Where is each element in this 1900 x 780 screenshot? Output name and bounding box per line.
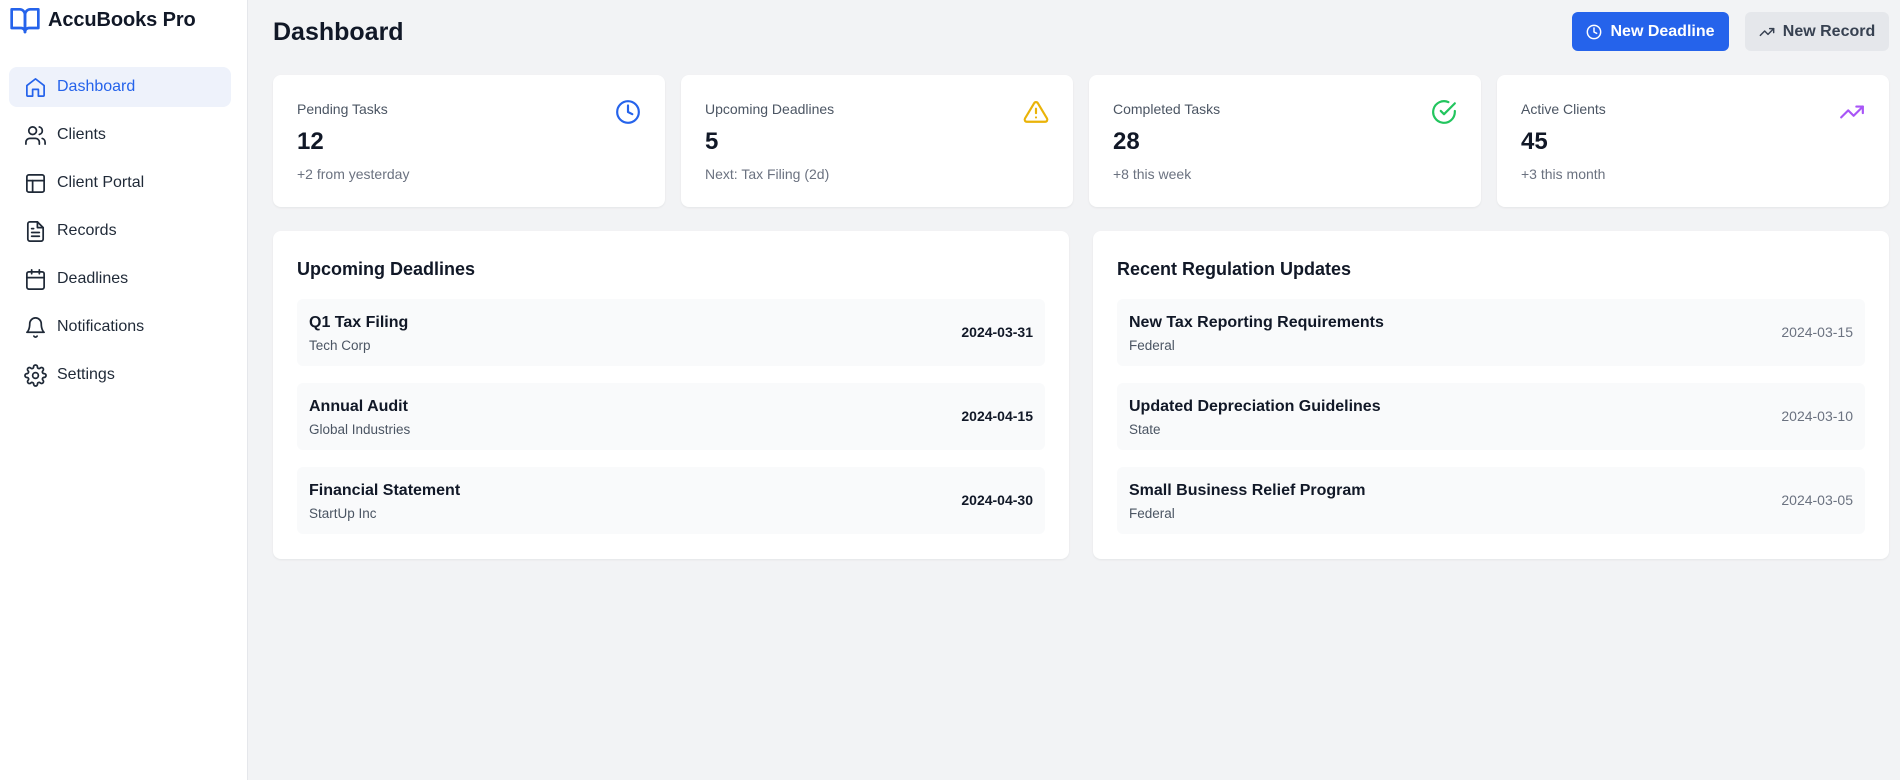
sidebar-item-label: Notifications: [57, 318, 145, 335]
deadline-client: Tech Corp: [309, 338, 371, 353]
clock-icon: [1587, 24, 1602, 39]
stat-value: 45: [1521, 128, 1548, 155]
regulation-title: Updated Depreciation Guidelines: [1129, 398, 1381, 415]
regulation-scope: Federal: [1129, 338, 1175, 353]
regulation-scope: State: [1129, 422, 1161, 437]
regulation-date: 2024-03-15: [1781, 324, 1853, 340]
new-deadline-label: New Deadline: [1610, 22, 1715, 40]
book-open-icon: [10, 7, 40, 34]
regulation-date: 2024-03-10: [1781, 408, 1853, 424]
sidebar-item-label: Settings: [57, 366, 115, 383]
sidebar-item-label: Client Portal: [57, 174, 145, 191]
stat-subtext: +2 from yesterday: [297, 166, 410, 182]
sidebar-nav: Dashboard Clients Client Portal Records …: [9, 67, 231, 403]
stat-label: Completed Tasks: [1113, 101, 1221, 117]
sidebar-item-label: Records: [57, 222, 117, 239]
deadline-title: Financial Statement: [309, 482, 461, 499]
regulation-updates-panel: Recent Regulation Updates New Tax Report…: [1093, 231, 1889, 559]
stat-card-completed-tasks: Completed Tasks 28 +8 this week: [1089, 75, 1481, 207]
stat-subtext: +8 this week: [1113, 166, 1192, 182]
file-text-icon: [26, 220, 45, 242]
stat-value: 12: [297, 128, 324, 155]
regulation-title: New Tax Reporting Requirements: [1129, 314, 1384, 331]
page-title: Dashboard: [273, 18, 404, 46]
users-icon: [25, 125, 46, 145]
layout-icon: [26, 173, 45, 193]
regulation-scope: Federal: [1129, 506, 1175, 521]
alert-triangle-icon: [1023, 101, 1049, 123]
stat-subtext: Next: Tax Filing (2d): [705, 166, 830, 182]
upcoming-deadlines-panel: Upcoming Deadlines Q1 Tax Filing Tech Co…: [273, 231, 1069, 559]
deadline-date: 2024-04-30: [961, 492, 1033, 508]
sidebar-item-dashboard[interactable]: Dashboard: [9, 67, 231, 107]
deadline-client: StartUp Inc: [309, 506, 377, 521]
deadline-title: Q1 Tax Filing: [309, 314, 409, 331]
trending-up-icon: [1840, 105, 1864, 119]
deadline-client: Global Industries: [309, 422, 411, 437]
sidebar-item-settings[interactable]: Settings: [9, 355, 231, 395]
main-content: Dashboard New Deadline New Record Pendin…: [249, 0, 1900, 780]
deadline-item[interactable]: Annual Audit Global Industries 2024-04-1…: [297, 383, 1045, 450]
regulation-item[interactable]: Small Business Relief Program Federal 20…: [1117, 467, 1865, 534]
trending-up-icon: [1759, 27, 1775, 36]
sidebar-item-client-portal[interactable]: Client Portal: [9, 163, 231, 203]
stat-card-upcoming-deadlines: Upcoming Deadlines 5 Next: Tax Filing (2…: [681, 75, 1073, 207]
deadline-item[interactable]: Q1 Tax Filing Tech Corp 2024-03-31: [297, 299, 1045, 366]
sidebar-item-deadlines[interactable]: Deadlines: [9, 259, 231, 299]
deadline-date: 2024-04-15: [961, 408, 1033, 424]
sidebar-item-records[interactable]: Records: [9, 211, 231, 251]
regulation-title: Small Business Relief Program: [1129, 482, 1366, 499]
stat-value: 28: [1113, 128, 1140, 155]
panel-title: Upcoming Deadlines: [297, 259, 476, 279]
new-deadline-button[interactable]: New Deadline: [1572, 12, 1729, 51]
deadline-date: 2024-03-31: [961, 324, 1033, 340]
brand[interactable]: AccuBooks Pro: [0, 0, 247, 40]
sidebar-item-label: Deadlines: [57, 270, 129, 287]
panel-title: Recent Regulation Updates: [1117, 259, 1352, 279]
regulation-item[interactable]: New Tax Reporting Requirements Federal 2…: [1117, 299, 1865, 366]
clock-icon: [616, 100, 640, 124]
check-circle-icon: [1432, 100, 1456, 124]
new-record-button[interactable]: New Record: [1745, 12, 1889, 51]
stat-label: Upcoming Deadlines: [705, 101, 835, 117]
stat-value: 5: [705, 128, 719, 155]
regulation-date: 2024-03-05: [1781, 492, 1853, 508]
sidebar-item-label: Clients: [57, 126, 106, 143]
sidebar: AccuBooks Pro Dashboard Clients Client P…: [0, 0, 248, 780]
regulation-item[interactable]: Updated Depreciation Guidelines State 20…: [1117, 383, 1865, 450]
new-record-label: New Record: [1782, 22, 1876, 40]
stat-label: Active Clients: [1521, 101, 1606, 117]
sidebar-item-label: Dashboard: [57, 78, 136, 95]
app-name: AccuBooks Pro: [48, 8, 196, 31]
deadline-title: Annual Audit: [309, 398, 408, 415]
home-icon: [26, 77, 45, 97]
sidebar-item-clients[interactable]: Clients: [9, 115, 231, 155]
bell-icon: [26, 316, 45, 338]
calendar-icon: [26, 268, 45, 290]
deadline-item[interactable]: Financial Statement StartUp Inc 2024-04-…: [297, 467, 1045, 534]
stat-card-pending-tasks: Pending Tasks 12 +2 from yesterday: [273, 75, 665, 207]
stat-card-active-clients: Active Clients 45 +3 this month: [1497, 75, 1889, 207]
gear-icon: [24, 363, 47, 387]
stat-subtext: +3 this month: [1521, 166, 1606, 182]
stat-label: Pending Tasks: [297, 101, 388, 117]
sidebar-item-notifications[interactable]: Notifications: [9, 307, 231, 347]
